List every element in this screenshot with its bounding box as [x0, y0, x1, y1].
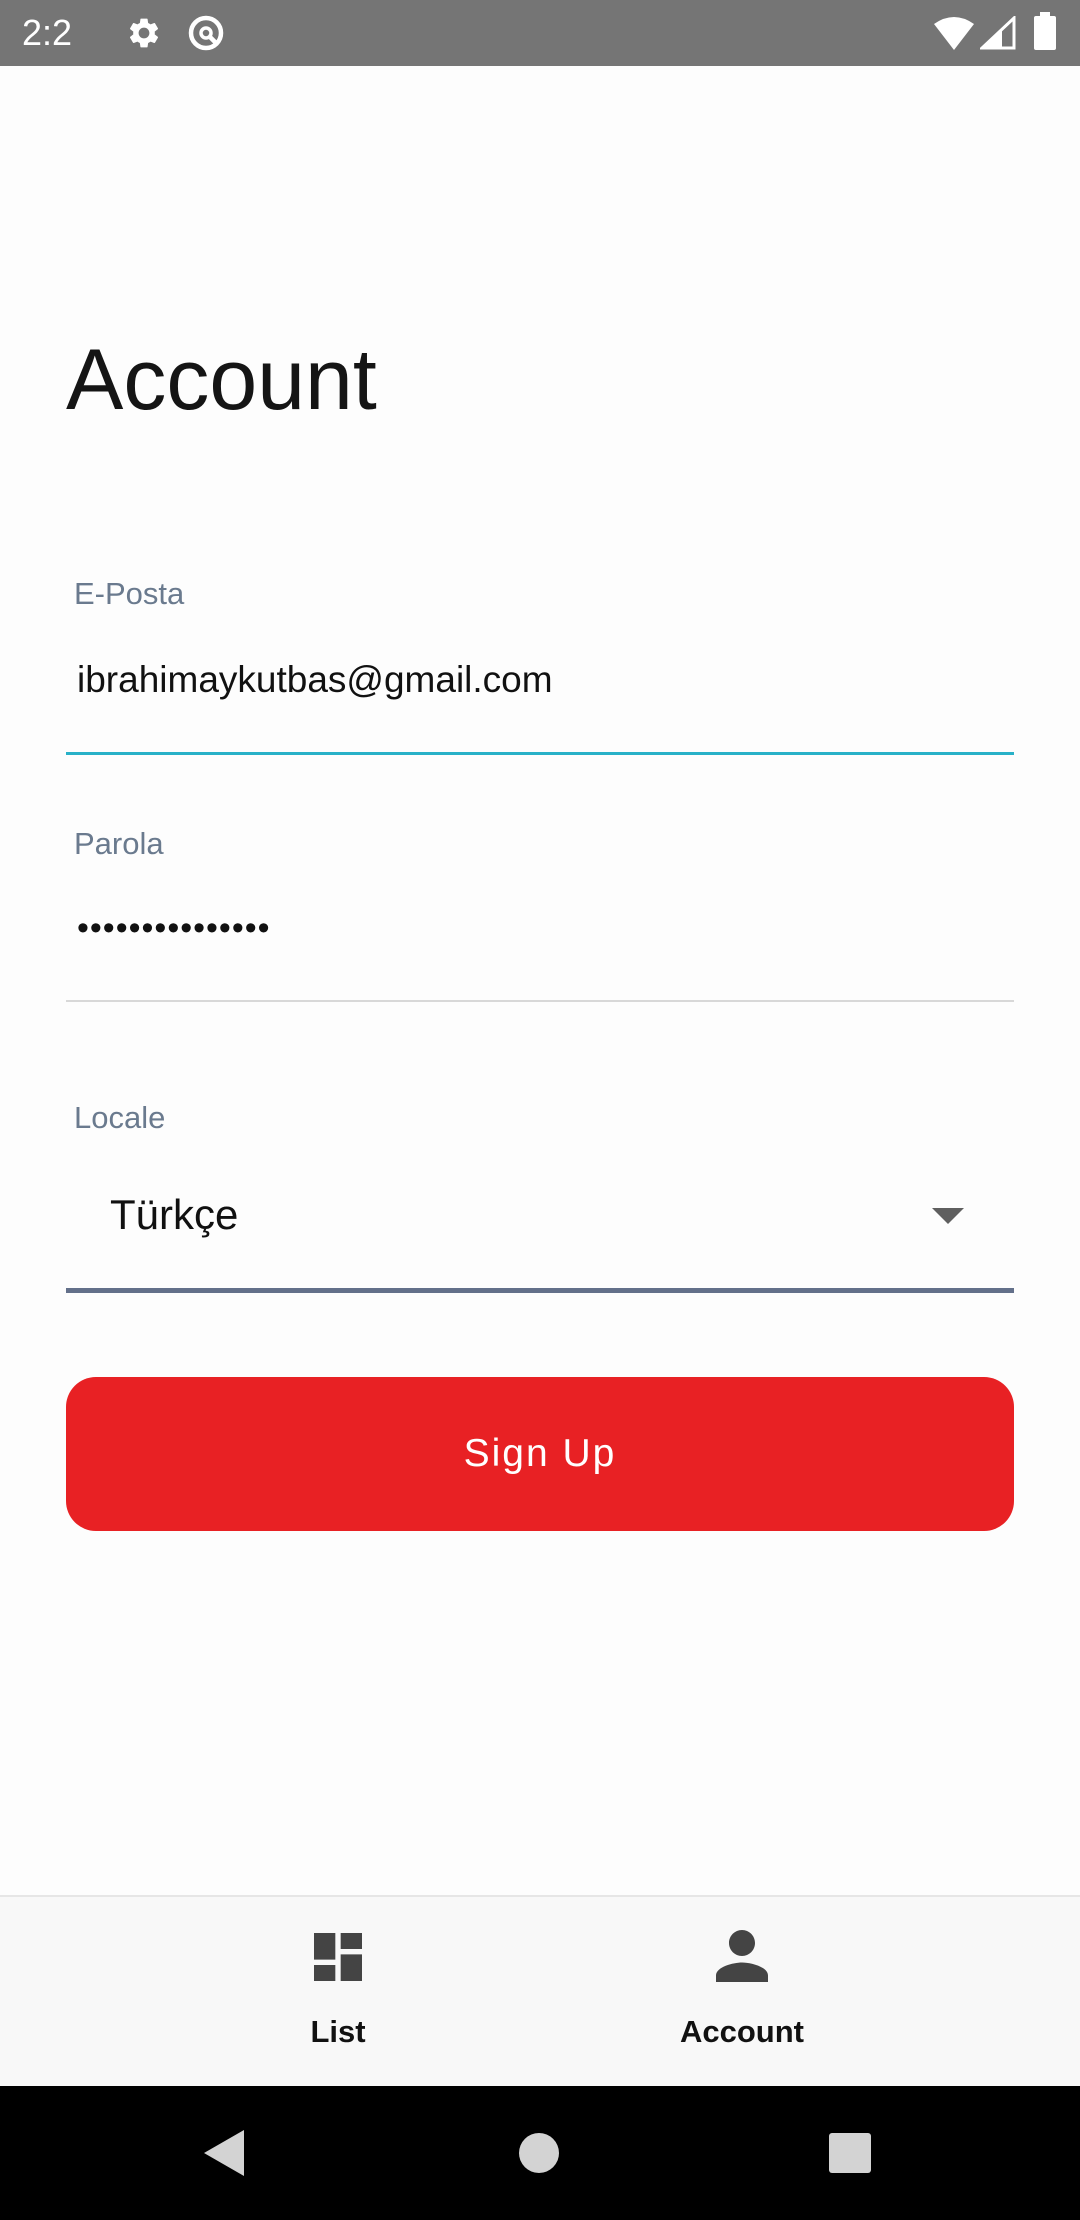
back-icon[interactable]: [202, 2128, 246, 2178]
password-input[interactable]: •••••••••••••••: [77, 906, 271, 950]
gear-icon: [129, 18, 159, 48]
signal-icon: [980, 16, 1016, 50]
status-bar: 2:2: [0, 0, 1080, 66]
password-field[interactable]: Parola •••••••••••••••: [66, 826, 1014, 1006]
email-label: E-Posta: [74, 576, 185, 611]
nav-label-list: List: [310, 2014, 366, 2049]
locale-select[interactable]: Türkçe: [110, 1190, 238, 1240]
no-sync-icon: [188, 15, 224, 51]
nav-label-account: Account: [680, 2014, 804, 2049]
page-title: Account: [66, 332, 377, 428]
sign-up-button[interactable]: Sign Up: [66, 1377, 1014, 1531]
person-icon: [716, 1930, 768, 1982]
system-navigation-bar: [0, 2086, 1080, 2220]
chevron-down-icon[interactable]: [932, 1208, 964, 1224]
nav-item-account[interactable]: Account: [612, 1897, 872, 2088]
home-icon[interactable]: [518, 2132, 560, 2174]
account-screen: Account E-Posta ibrahimaykutbas@gmail.co…: [0, 66, 1080, 2086]
password-underline: [66, 1000, 1014, 1002]
recents-icon[interactable]: [829, 2133, 871, 2173]
email-underline: [66, 752, 1014, 755]
nav-item-list[interactable]: List: [208, 1897, 468, 2088]
status-time: 2:2: [22, 12, 73, 53]
locale-label: Locale: [74, 1100, 166, 1135]
bottom-navigation: List Account: [0, 1895, 1080, 2088]
dashboard-icon: [314, 1933, 362, 1981]
locale-field[interactable]: Locale Türkçe: [66, 1100, 1014, 1300]
email-input[interactable]: ibrahimaykutbas@gmail.com: [77, 658, 553, 702]
locale-underline: [66, 1288, 1014, 1293]
email-field[interactable]: E-Posta ibrahimaykutbas@gmail.com: [66, 576, 1014, 758]
wifi-icon: [934, 17, 974, 50]
battery-icon: [1034, 12, 1056, 50]
password-label: Parola: [74, 826, 164, 861]
